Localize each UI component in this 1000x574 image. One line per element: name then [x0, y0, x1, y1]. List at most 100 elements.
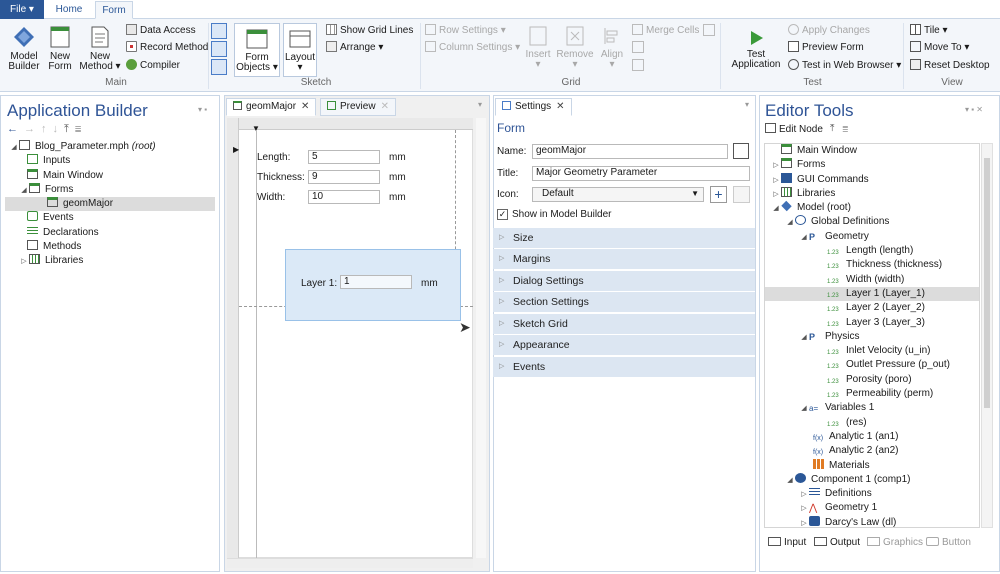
file-menu-button[interactable]: File ▾ [0, 0, 44, 19]
tree-item-layer-2[interactable]: 1.23 Layer 2 (Layer_2) [765, 301, 979, 315]
remove-icon-button[interactable] [733, 186, 750, 203]
tree-item-definitions[interactable]: ▷ Definitions [765, 487, 979, 501]
tree-item-forms[interactable]: ▷ Forms [765, 158, 979, 172]
align-button[interactable]: Align ▾ [597, 25, 627, 70]
tab-home[interactable]: Home [52, 1, 86, 19]
panel-menu-icon[interactable]: ▾ ▪ [198, 105, 207, 114]
add-icon-button[interactable]: + [710, 186, 727, 203]
form-objects-button[interactable]: Form Objects ▾ [234, 23, 280, 77]
section-size[interactable]: ▷ Size [493, 228, 755, 248]
edit-node-button[interactable]: Edit Node [765, 123, 823, 135]
grid-cell-icon[interactable] [703, 24, 715, 36]
icon-select[interactable]: Default ▼ [532, 187, 704, 202]
editor-tools-scrollbar[interactable] [981, 143, 993, 528]
collapse-all-icon[interactable]: ⤒ [830, 123, 842, 134]
column-settings-button[interactable]: Column Settings ▾ [425, 41, 520, 54]
tab-geommajor[interactable]: geomMajor ✕ [226, 98, 317, 116]
input-tool-button[interactable]: Input [768, 537, 806, 548]
new-method-button[interactable]: New Method ▾ [78, 25, 122, 72]
test-application-button[interactable]: Test Application [729, 29, 783, 70]
output-tool-button[interactable]: Output [814, 537, 860, 548]
split-cells-icon[interactable] [632, 41, 644, 53]
reset-desktop-button[interactable]: Reset Desktop [910, 59, 990, 72]
tree-item-porosity[interactable]: 1.23 Porosity (poro) [765, 373, 979, 387]
width-input[interactable]: 10 [308, 190, 380, 204]
show-grid-lines-button[interactable]: Show Grid Lines [326, 24, 413, 37]
test-in-web-browser-button[interactable]: Test in Web Browser ▾ [788, 59, 901, 72]
section-appearance[interactable]: ▷ Appearance [493, 335, 755, 355]
back-arrow-icon[interactable]: ← [7, 123, 24, 135]
zoom-form-icon[interactable] [211, 41, 227, 57]
collapse-arrow-icon[interactable]: ◢ [799, 331, 809, 345]
layer1-input[interactable]: 1 [340, 275, 412, 289]
tree-item-libraries[interactable]: ▷ Libraries [5, 254, 215, 268]
panel-menu-icon[interactable]: ▾ ▪ ✕ [965, 105, 983, 114]
expand-arrow-icon[interactable]: ▷ [771, 159, 781, 173]
tab-form[interactable]: Form [95, 1, 133, 19]
collapse-arrow-icon[interactable]: ◢ [19, 184, 29, 198]
graphics-tool-button[interactable]: Graphics [867, 537, 923, 548]
record-method-button[interactable]: Record Method [126, 41, 208, 54]
tree-item-declarations[interactable]: Declarations [5, 225, 215, 240]
expand-arrow-icon[interactable]: ▷ [19, 255, 29, 269]
length-input[interactable]: 5 [308, 150, 380, 164]
new-form-button[interactable]: New Form [44, 25, 76, 72]
merge-cells-button[interactable]: Merge Cells [632, 24, 699, 37]
title-input[interactable]: Major Geometry Parameter [532, 166, 750, 181]
tree-item-geommajor[interactable]: geomMajor [5, 197, 215, 212]
layout-button[interactable]: Layout ▾ [283, 23, 317, 77]
expand-all-icon[interactable]: ≣ [75, 123, 87, 135]
collapse-arrow-icon[interactable]: ◢ [771, 202, 781, 216]
panel-menu-icon[interactable]: ▾ [478, 100, 482, 109]
button-tool-button[interactable]: Button [926, 537, 971, 548]
insert-button[interactable]: Insert ▾ [524, 25, 552, 70]
thickness-input[interactable]: 9 [308, 170, 380, 184]
tree-item-permeability[interactable]: 1.23 Permeability (perm) [765, 387, 979, 401]
apply-changes-button[interactable]: Apply Changes [788, 24, 870, 37]
section-dialog-settings[interactable]: ▷ Dialog Settings [493, 271, 755, 291]
tree-item-res[interactable]: 1.23 (res) [765, 416, 979, 430]
forward-arrow-icon[interactable]: → [24, 123, 41, 135]
tree-item-root[interactable]: ◢ Blog_Parameter.mph (root) [5, 140, 215, 154]
horizontal-scrollbar[interactable] [227, 558, 473, 568]
form-canvas[interactable] [227, 118, 473, 558]
tree-item-analytic-1[interactable]: f(x) Analytic 1 (an1) [765, 430, 979, 444]
tree-item-darcys-law[interactable]: ▷ Darcy's Law (dl) [765, 515, 979, 527]
expand-all-icon[interactable]: ≣ [842, 123, 856, 134]
tree-item-geometry[interactable]: ◢ P Geometry [765, 230, 979, 244]
expand-arrow-icon[interactable]: ▷ [771, 174, 781, 188]
collapse-arrow-icon[interactable]: ◢ [799, 402, 809, 416]
expand-arrow-icon[interactable]: ▷ [799, 517, 809, 527]
tree-item-outlet-pressure[interactable]: 1.23 Outlet Pressure (p_out) [765, 358, 979, 372]
tile-button[interactable]: Tile ▾ [910, 24, 948, 37]
tree-item-inputs[interactable]: Inputs [5, 154, 215, 168]
tree-item-variables-1[interactable]: ◢ a= Variables 1 [765, 401, 979, 415]
section-section-settings[interactable]: ▷ Section Settings [493, 292, 755, 312]
name-input[interactable]: geomMajor [532, 144, 728, 159]
close-tab-icon[interactable]: ✕ [301, 101, 309, 112]
tab-settings[interactable]: Settings ✕ [495, 98, 572, 116]
collapse-all-icon[interactable]: ⤒ [64, 123, 75, 135]
tree-item-geometry-1[interactable]: ▷ ⋀ Geometry 1 [765, 501, 979, 515]
sketch-mode-icon[interactable] [211, 23, 227, 39]
tree-item-global-definitions[interactable]: ◢ Global Definitions [765, 215, 979, 229]
move-to-button[interactable]: Move To ▾ [910, 41, 969, 54]
tree-item-physics[interactable]: ◢ P Physics [765, 330, 979, 344]
tree-item-gui-commands[interactable]: ▷ GUI Commands [765, 172, 979, 188]
row-settings-button[interactable]: Row Settings ▾ [425, 24, 506, 37]
close-tab-icon[interactable]: ✕ [556, 101, 564, 112]
panel-menu-icon[interactable]: ▾ [745, 100, 749, 109]
tree-item-component-1[interactable]: ◢ Component 1 (comp1) [765, 472, 979, 487]
collapse-arrow-icon[interactable]: ◢ [785, 216, 795, 230]
section-margins[interactable]: ▷ Margins [493, 249, 755, 269]
section-sketch-grid[interactable]: ▷ Sketch Grid [493, 314, 755, 334]
tree-item-forms[interactable]: ◢ Forms [5, 182, 215, 198]
expand-arrow-icon[interactable]: ▷ [771, 188, 781, 202]
remove-button[interactable]: Remove ▾ [556, 25, 594, 70]
move-down-icon[interactable]: ↓ [53, 123, 65, 135]
tab-preview[interactable]: Preview ✕ [320, 98, 396, 116]
close-tab-icon[interactable]: ✕ [381, 101, 389, 112]
scrollbar-thumb[interactable] [984, 158, 990, 408]
tree-item-width[interactable]: 1.23 Width (width) [765, 273, 979, 287]
show-in-model-builder-checkbox[interactable]: ✓ [497, 209, 508, 220]
